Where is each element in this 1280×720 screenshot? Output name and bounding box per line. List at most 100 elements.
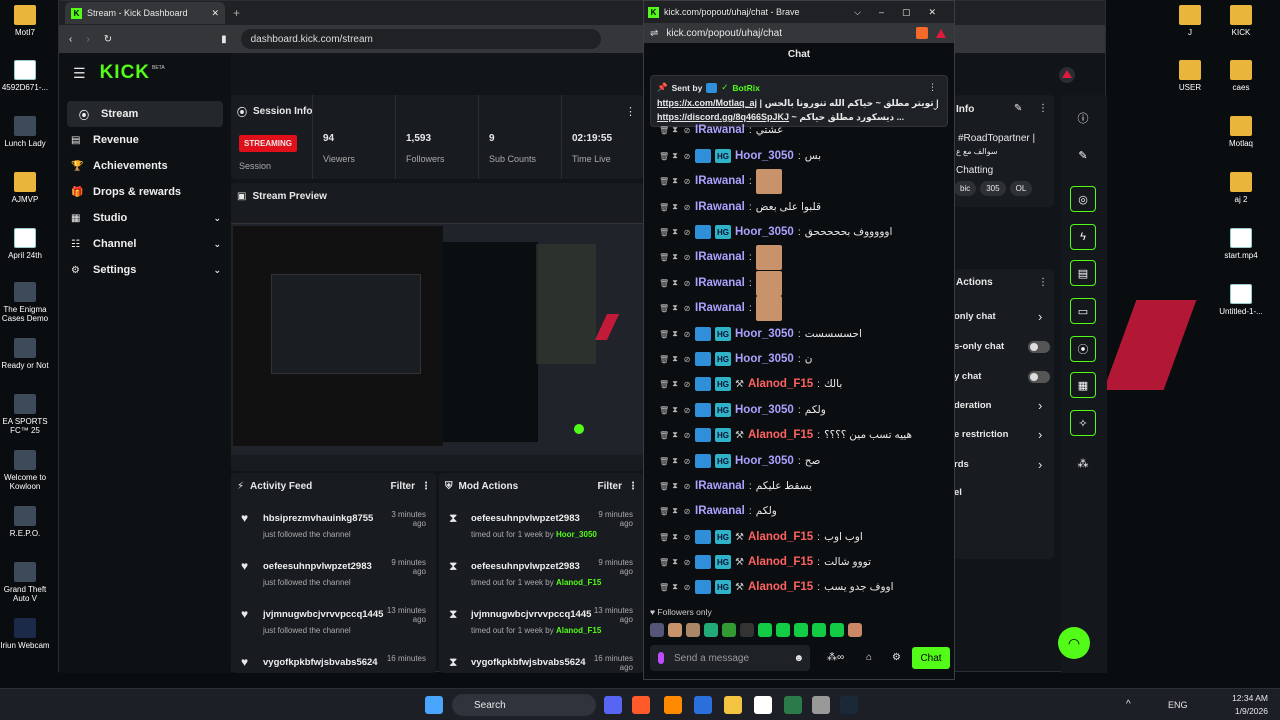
kick-logo[interactable]: KICK <box>100 62 150 84</box>
ban-icon[interactable]: ⊘ <box>683 457 691 466</box>
send-chat-button[interactable]: Chat <box>912 647 950 669</box>
chat-username[interactable]: IRawanal <box>695 505 745 517</box>
emoji-icon[interactable]: ☻ <box>793 653 804 664</box>
list-item[interactable]: oefeesuhnpvlwpzet2983 just followed the c… <box>263 561 372 587</box>
chat-username[interactable]: IRawanal <box>695 277 745 289</box>
list-item[interactable]: jvjmnugwbcjvrvvpccq1445 just followed the… <box>263 609 383 635</box>
timeout-icon[interactable]: ⧗ <box>671 557 679 567</box>
list-item[interactable]: vygofkpkbfwjsbvabs5624 <box>471 657 586 674</box>
delete-icon[interactable]: 🗑 <box>659 279 669 288</box>
emote-icon[interactable] <box>686 623 700 637</box>
quick-action-item[interactable]: el <box>954 487 962 498</box>
chat-username[interactable]: Alanod_F15 <box>748 531 813 543</box>
delete-icon[interactable]: 🗑 <box>659 558 669 567</box>
delete-icon[interactable]: 🗑 <box>659 457 669 466</box>
chat-username[interactable]: IRawanal <box>695 480 745 492</box>
ban-icon[interactable]: ⊘ <box>683 482 691 491</box>
timeout-icon[interactable]: ⧗ <box>671 278 679 288</box>
chat-username[interactable]: Hoor_3050 <box>735 353 794 365</box>
desktop-icon[interactable]: April 24th <box>0 228 50 260</box>
close-icon[interactable]: ✕ <box>211 8 219 19</box>
more-icon[interactable]: ⋮ <box>421 481 431 492</box>
chat-username[interactable]: Hoor_3050 <box>735 150 794 162</box>
desktop-icon[interactable]: Welcome to Kowloon <box>0 450 50 491</box>
quick-action-item[interactable]: rds <box>954 459 969 470</box>
chat-message[interactable]: 🗑 ⧗ ⊘ HG ⚒ Alanod_F15: هييه تسب مين ؟؟؟؟ <box>659 425 912 445</box>
toggle-switch[interactable] <box>1028 371 1050 383</box>
mic-icon[interactable] <box>658 652 664 664</box>
notes-icon[interactable]: ▤ <box>1070 260 1096 286</box>
browser-tab[interactable]: K Stream - Kick Dashboard ✕ <box>65 2 225 24</box>
delete-icon[interactable]: 🗑 <box>659 507 669 516</box>
quick-action-item[interactable]: e restriction <box>954 429 1008 440</box>
timeout-icon[interactable]: ⧗ <box>671 202 679 212</box>
quick-action-item[interactable]: deration <box>954 400 991 411</box>
ban-icon[interactable]: ⊘ <box>683 203 691 212</box>
desktop-icon[interactable]: MotI7 <box>0 5 50 37</box>
ban-icon[interactable]: ⊘ <box>683 533 691 542</box>
chat-message[interactable]: 🗑 ⧗ ⊘ HG Hoor_3050: ن <box>659 349 812 369</box>
windows-start-icon[interactable] <box>425 696 443 714</box>
desktop-icon[interactable]: KICK <box>1216 5 1266 37</box>
list-item[interactable]: vygofkpkbfwjsbvabs5624 <box>263 657 378 674</box>
more-icon[interactable]: ⋮ <box>625 105 636 118</box>
emote-icon[interactable] <box>794 623 808 637</box>
help-icon[interactable]: ◠ <box>1058 627 1090 659</box>
ban-icon[interactable]: ⊘ <box>683 355 691 364</box>
chevron-right-icon[interactable]: › <box>1038 309 1042 324</box>
delete-icon[interactable]: 🗑 <box>659 126 669 135</box>
ban-icon[interactable]: ⊘ <box>683 126 691 135</box>
delete-icon[interactable]: 🗑 <box>659 330 669 339</box>
timeout-icon[interactable]: ⧗ <box>671 481 679 491</box>
pinned-link-x[interactable]: https://x.com/Motlaq_aj <box>657 98 757 108</box>
chat-username[interactable]: Alanod_F15 <box>748 556 813 568</box>
chat-message[interactable]: 🗑 ⧗ ⊘ IRawanal: <box>659 168 782 194</box>
ban-icon[interactable]: ⊘ <box>683 406 691 415</box>
sidebar-item-settings[interactable]: ⚙ Settings ⌄ <box>59 257 231 283</box>
ban-icon[interactable]: ⊘ <box>683 279 691 288</box>
pen-icon[interactable]: ✎ <box>1070 142 1096 168</box>
delete-icon[interactable]: 🗑 <box>659 406 669 415</box>
brave-icon[interactable] <box>632 696 650 714</box>
tag-chip[interactable]: 305 <box>980 181 1006 196</box>
delete-icon[interactable]: 🗑 <box>659 380 669 389</box>
desktop-icon[interactable]: R.E.P.O. <box>0 506 50 538</box>
edit-icon[interactable]: ✎ <box>1014 103 1022 114</box>
infinity-icon[interactable]: ⁂∞ <box>827 652 844 663</box>
tag-chip[interactable]: OL <box>1009 181 1033 196</box>
bookmark-icon[interactable]: ▮ <box>221 34 227 45</box>
chat-message[interactable]: 🗑 ⧗ ⊘ IRawanal: <box>659 270 782 296</box>
chat-message[interactable]: 🗑 ⧗ ⊘ IRawanal: عشتي <box>659 120 783 140</box>
emote-icon[interactable] <box>740 623 754 637</box>
chat-message[interactable]: 🗑 ⧗ ⊘ HG Hoor_3050: ولكم <box>659 400 826 420</box>
timeout-icon[interactable]: ⧗ <box>671 329 679 339</box>
timeout-icon[interactable]: ⧗ <box>671 151 679 161</box>
desktop-icon[interactable]: The Enigma Cases Demo <box>0 282 50 323</box>
timeout-icon[interactable]: ⧗ <box>671 252 679 262</box>
ban-icon[interactable]: ⊘ <box>683 558 691 567</box>
more-icon[interactable]: ⋮ <box>1038 277 1048 288</box>
chat-username[interactable]: IRawanal <box>695 251 745 263</box>
delete-icon[interactable]: 🗑 <box>659 355 669 364</box>
chat-message[interactable]: 🗑 ⧗ ⊘ IRawanal: قلبوا على بعض <box>659 197 821 217</box>
delete-icon[interactable]: 🗑 <box>659 228 669 237</box>
ban-icon[interactable]: ⊘ <box>683 431 691 440</box>
chat-username[interactable]: Hoor_3050 <box>735 404 794 416</box>
delete-icon[interactable]: 🗑 <box>659 533 669 542</box>
emote-icon[interactable] <box>830 623 844 637</box>
chat-message[interactable]: 🗑 ⧗ ⊘ HG ⚒ Alanod_F15: تووو شالت <box>659 552 871 572</box>
timeout-icon[interactable]: ⧗ <box>671 430 679 440</box>
steam-icon[interactable] <box>840 696 858 714</box>
kick-icon[interactable] <box>1059 67 1075 83</box>
chat-username[interactable]: Alanod_F15 <box>748 429 813 441</box>
chat-username[interactable]: Hoor_3050 <box>735 328 794 340</box>
delete-icon[interactable]: 🗑 <box>659 431 669 440</box>
chat-message[interactable]: 🗑 ⧗ ⊘ HG Hoor_3050: اوووووف بحححححق <box>659 222 892 242</box>
delete-icon[interactable]: 🗑 <box>659 304 669 313</box>
sidebar-item-drops-rewards[interactable]: 🎁 Drops & rewards <box>59 179 231 205</box>
desktop-icon[interactable]: Lunch Lady <box>0 116 50 148</box>
search-box[interactable]: Search <box>452 694 596 716</box>
chat-message[interactable]: 🗑 ⧗ ⊘ HG Hoor_3050: بس <box>659 146 821 166</box>
ban-icon[interactable]: ⊘ <box>683 253 691 262</box>
chat-message[interactable]: 🗑 ⧗ ⊘ IRawanal: ولكم <box>659 501 777 521</box>
